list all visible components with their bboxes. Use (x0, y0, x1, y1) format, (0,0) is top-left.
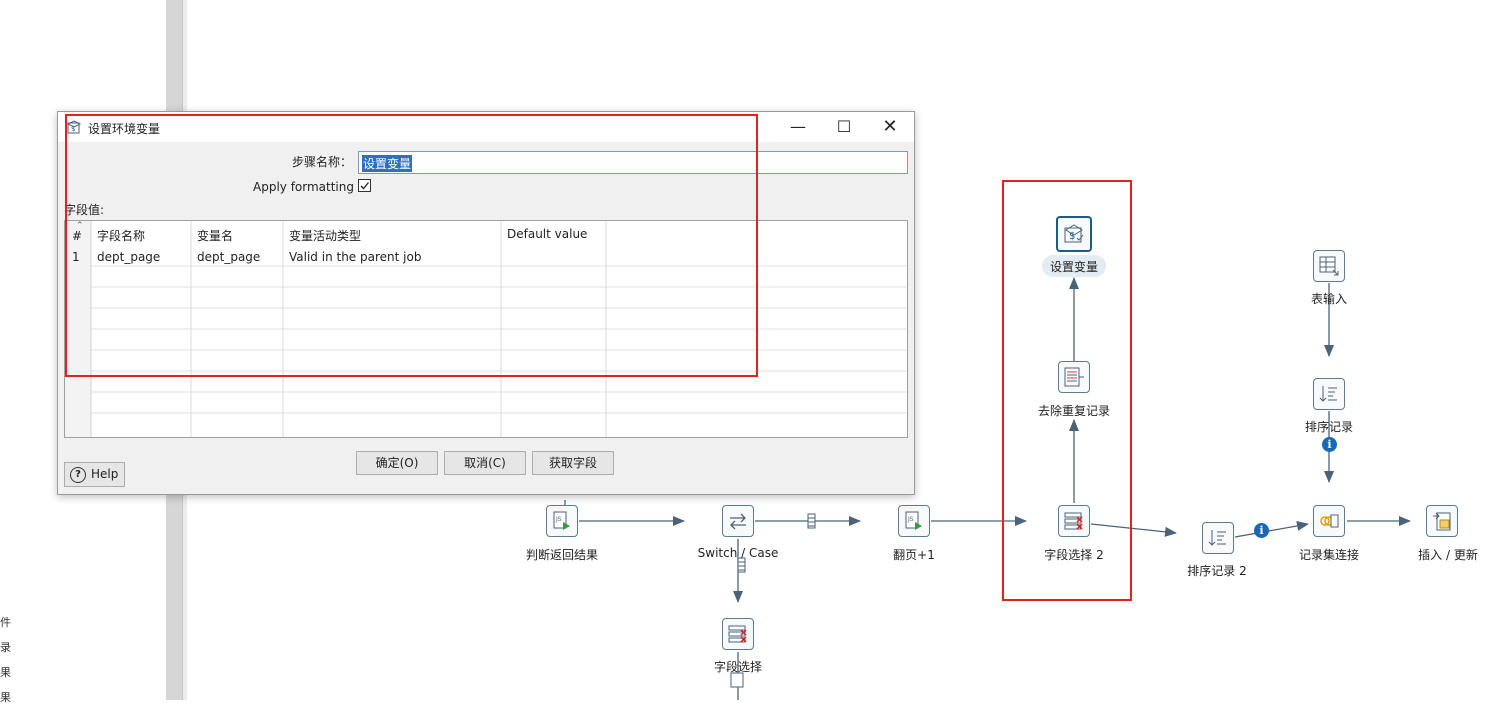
step-judge-result[interactable]: JS (546, 505, 578, 537)
step-label: 字段选择 2 (1044, 548, 1104, 562)
step-label: Switch / Case (697, 546, 779, 560)
step-label: 去除重复记录 (1037, 404, 1111, 418)
field-select-icon (1064, 512, 1083, 530)
step-label: 排序记录 (1304, 420, 1354, 434)
step-page-increment[interactable]: JS (898, 505, 930, 537)
step-field-select-2[interactable] (1058, 505, 1090, 537)
step-sort[interactable] (1313, 378, 1345, 410)
step-merge-join[interactable] (1313, 505, 1345, 537)
step-label: 判断返回结果 (525, 548, 599, 562)
script-icon: JS (553, 511, 570, 530)
help-label: Help (91, 467, 119, 481)
step-label: 翻页+1 (893, 548, 935, 562)
highlight-box-dialog (65, 114, 758, 377)
help-button[interactable]: ? Help (64, 462, 125, 487)
step-label: 插入 / 更新 (1418, 548, 1478, 562)
dedupe-icon (1064, 367, 1084, 387)
sort-icon (1208, 530, 1226, 546)
switch-icon (730, 513, 746, 530)
step-insert-update[interactable] (1426, 505, 1458, 537)
help-icon: ? (70, 467, 86, 483)
step-label: 记录集连接 (1298, 548, 1360, 562)
sort-icon (1319, 386, 1337, 402)
info-icon[interactable]: i (1254, 523, 1269, 538)
set-variable-icon: $ (1064, 224, 1084, 243)
step-label: 设置变量 (1049, 260, 1099, 274)
cancel-button[interactable]: 取消(C) (444, 451, 526, 475)
field-select-icon (728, 625, 747, 643)
insert-update-icon (1433, 512, 1451, 531)
merge-join-icon (1320, 514, 1339, 528)
step-label: 排序记录 2 (1187, 564, 1247, 578)
get-fields-button[interactable]: 获取字段 (532, 451, 614, 475)
svg-text:JS: JS (555, 516, 562, 523)
step-sort-2[interactable] (1202, 522, 1234, 554)
step-label: 表输入 (1310, 292, 1348, 306)
step-label: 字段选择 (713, 660, 763, 674)
step-field-select[interactable] (722, 618, 754, 650)
table-input-icon (1319, 256, 1339, 276)
step-switch-case[interactable] (722, 505, 754, 537)
svg-text:JS: JS (907, 516, 914, 523)
step-dedupe[interactable] (1058, 361, 1090, 393)
minimize-icon[interactable]: — (776, 112, 820, 142)
info-icon[interactable]: i (1322, 437, 1337, 452)
hop-sort2-merge (1234, 521, 1309, 538)
svg-text:$: $ (1069, 231, 1075, 242)
step-table-input[interactable] (1313, 250, 1345, 282)
step-set-variable[interactable]: $ (1056, 216, 1092, 252)
script-icon: JS (905, 511, 922, 530)
ok-button[interactable]: 确定(O) (356, 451, 438, 475)
maximize-icon[interactable]: ☐ (822, 112, 866, 142)
close-icon[interactable]: ✕ (868, 112, 912, 142)
hop-copy-marker (730, 672, 744, 688)
